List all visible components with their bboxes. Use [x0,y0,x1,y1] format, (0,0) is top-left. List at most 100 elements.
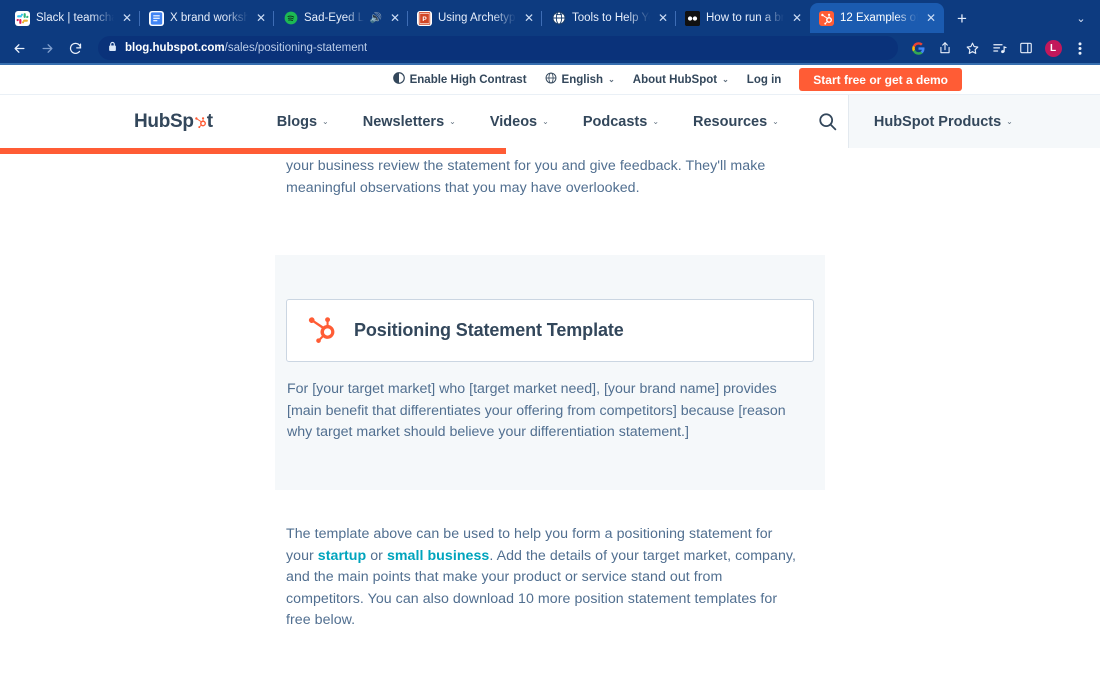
paragraph-top-wrap: your business review the statement for y… [286,156,792,199]
nav-item-label: Videos [489,113,538,130]
paragraph-after-part-2: or [366,547,387,564]
hubspot-icon [819,10,834,26]
article-content: your business review the statement for y… [0,148,1100,628]
dark-square-icon [685,10,700,26]
avatar-initial: L [1044,39,1062,57]
nav-item-label: Blogs [276,113,318,130]
search-icon[interactable] [808,111,848,132]
start-free-or-get-demo-button[interactable]: Start free or get a demo [799,68,962,91]
lock-icon [108,39,117,57]
avatar[interactable]: L [1041,36,1065,60]
login-link[interactable]: Log in [738,74,791,86]
hubspot-products-menu[interactable]: HubSpot Products ⌄ [874,114,1013,130]
forward-arrow-icon[interactable] [34,35,60,61]
small-business-link[interactable]: small business [387,548,489,564]
url-domain: blog.hubspot.com [125,42,225,54]
browser-tab[interactable]: X brand workshop exe ✕ [139,3,274,33]
template-body-text: For [your target market] who [target mar… [287,381,786,440]
nav-left: HubSp t Blogs ⌄ Newsletters ⌄ Videos ⌄ P… [0,95,848,148]
url-path: /sales/positioning-statement [224,42,368,54]
tab-title: Tools to Help You Fac [572,12,650,24]
about-hubspot-menu[interactable]: About HubSpot ⌄ [624,74,738,86]
browser-tab[interactable]: P Using Archetypes to D ✕ [407,3,542,33]
brand-label-tail: t [206,110,213,132]
utility-bar: Enable High Contrast English ⌄ About Hub… [0,65,1100,94]
positioning-template-panel: Positioning Statement Template For [your… [275,255,825,490]
url-text: blog.hubspot.com/sales/positioning-state… [125,42,367,54]
nav-item-resources[interactable]: Resources ⌄ [676,114,796,130]
nav-right-products: HubSpot Products ⌄ [847,95,1100,148]
startup-link[interactable]: startup [318,548,366,564]
google-icon[interactable] [906,36,930,60]
login-label: Log in [746,73,782,86]
language-selector[interactable]: English ⌄ [536,72,624,87]
close-icon[interactable]: ✕ [388,11,402,25]
chevron-down-icon: ⌄ [608,75,615,84]
browser-toolbar: blog.hubspot.com/sales/positioning-state… [0,33,1100,63]
chevron-down-icon: ⌄ [1006,117,1013,126]
reading-list-icon[interactable] [987,36,1011,60]
chevron-down-icon: ⌄ [449,117,456,126]
nav-item-label: Resources [693,113,768,130]
sprocket-icon [194,111,207,133]
close-icon[interactable]: ✕ [790,11,804,25]
tab-title: How to run a brand st [706,12,784,24]
tab-title: Slack | teamchat | Qu [36,12,114,24]
close-icon[interactable]: ✕ [254,11,268,25]
template-card: Positioning Statement Template [286,299,814,362]
hubspot-products-label: HubSpot Products [873,113,1002,130]
hubspot-sprocket-icon [306,312,337,350]
browser-tab[interactable]: Sad-Eyed Lady of 🔊 ✕ [273,3,408,33]
brand-label: HubSp [134,110,194,132]
browser-tab[interactable]: Slack | teamchat | Qu ✕ [6,3,140,33]
kebab-menu-icon[interactable] [1068,36,1092,60]
tab-title: X brand workshop exe [170,12,248,24]
browser-tab[interactable]: Tools to Help You Fac ✕ [541,3,676,33]
close-icon[interactable]: ✕ [522,11,536,25]
close-icon[interactable]: ✕ [656,11,670,25]
chevron-down-icon: ⌄ [772,117,779,126]
bookmark-star-icon[interactable] [960,36,984,60]
browser-tab[interactable]: How to run a brand st ✕ [675,3,810,33]
toolbar-icons: L [906,36,1092,60]
page-viewport: Enable High Contrast English ⌄ About Hub… [0,65,1100,688]
nav-item-label: Podcasts [582,113,648,130]
slack-icon [15,10,30,26]
nav-item-label: Newsletters [362,113,445,130]
enable-high-contrast-label: Enable High Contrast [409,73,527,86]
back-arrow-icon[interactable] [6,35,32,61]
nav-item-blogs[interactable]: Blogs ⌄ [260,114,346,130]
tab-title: 12 Examples of Positi [840,12,918,24]
hubspot-logo[interactable]: HubSp t [134,111,213,133]
nav-item-videos[interactable]: Videos ⌄ [473,114,566,130]
close-icon[interactable]: ✕ [120,11,134,25]
site-navigation: HubSp t Blogs ⌄ Newsletters ⌄ Videos ⌄ P… [0,94,1100,154]
side-panel-icon[interactable] [1014,36,1038,60]
enable-high-contrast-button[interactable]: Enable High Contrast [384,72,536,87]
globe-icon [545,72,557,87]
mute-icon[interactable]: 🔊 [370,13,382,24]
contrast-icon [392,72,405,87]
chevron-down-icon[interactable]: ⌄ [1066,3,1096,33]
svg-text:P: P [422,15,427,22]
tab-title: Using Archetypes to D [438,12,516,24]
paragraph-after: The template above can be used to help y… [286,524,796,632]
share-icon[interactable] [933,36,957,60]
chevron-down-icon: ⌄ [722,75,729,84]
close-icon[interactable]: ✕ [924,11,938,25]
globe-icon [551,11,566,26]
address-bar[interactable]: blog.hubspot.com/sales/positioning-state… [98,36,898,60]
powerpoint-icon: P [417,10,432,26]
reload-icon[interactable] [62,35,88,61]
paragraph-top: your business review the statement for y… [286,158,766,196]
new-tab-button[interactable]: + [948,5,976,33]
template-card-title: Positioning Statement Template [354,320,624,340]
about-hubspot-label: About HubSpot [632,73,718,86]
google-docs-icon [149,10,164,26]
chevron-down-icon: ⌄ [542,117,549,126]
tab-strip: Slack | teamchat | Qu ✕ X brand workshop… [0,0,1100,33]
browser-tab-active[interactable]: 12 Examples of Positi ✕ [810,3,944,33]
nav-item-newsletters[interactable]: Newsletters ⌄ [346,114,473,130]
spotify-icon [283,11,298,26]
nav-item-podcasts[interactable]: Podcasts ⌄ [566,114,676,130]
